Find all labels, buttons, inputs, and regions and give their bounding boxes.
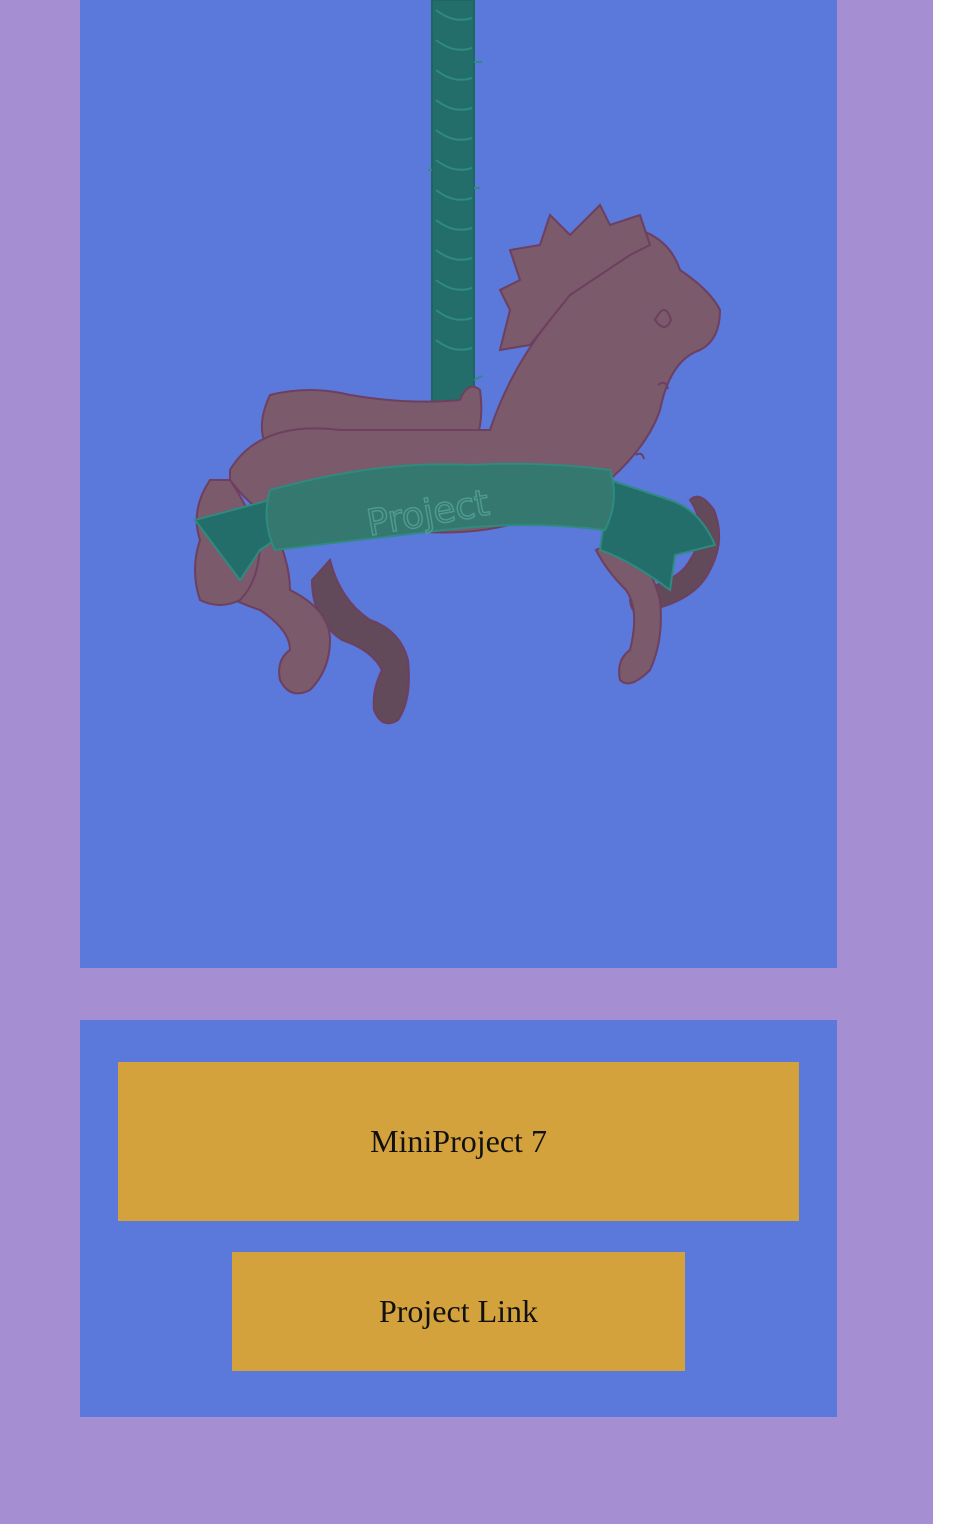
carousel-pole (428, 0, 483, 421)
page-background: Project MiniProject 7 Project Link (0, 0, 933, 1524)
project-info-panel: MiniProject 7 Project Link (80, 1020, 837, 1417)
project-title: MiniProject 7 (118, 1062, 799, 1221)
project-image-panel: Project (80, 0, 837, 968)
project-link-button[interactable]: Project Link (232, 1252, 685, 1371)
carousel-horse-illustration: Project (193, 0, 722, 725)
